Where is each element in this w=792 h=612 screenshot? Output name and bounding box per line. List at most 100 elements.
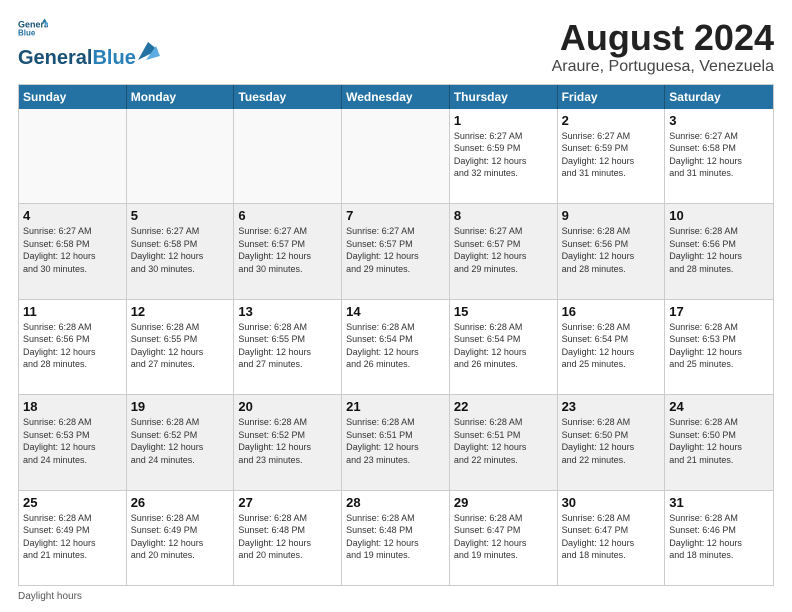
day-info-13: Sunrise: 6:28 AM Sunset: 6:55 PM Dayligh… bbox=[238, 321, 337, 371]
title-block: August 2024 Araure, Portuguesa, Venezuel… bbox=[552, 18, 774, 76]
day-cell-4-1-0: 4 Sunrise: 6:27 AM Sunset: 6:58 PM Daylig… bbox=[19, 204, 127, 298]
day-number-29: 29 bbox=[454, 495, 553, 510]
daylight-label: Daylight hours bbox=[18, 591, 82, 602]
day-number-31: 31 bbox=[669, 495, 769, 510]
day-info-21: Sunrise: 6:28 AM Sunset: 6:51 PM Dayligh… bbox=[346, 416, 445, 466]
day-info-7: Sunrise: 6:27 AM Sunset: 6:57 PM Dayligh… bbox=[346, 225, 445, 275]
day-number-6: 6 bbox=[238, 208, 337, 223]
day-info-11: Sunrise: 6:28 AM Sunset: 6:56 PM Dayligh… bbox=[23, 321, 122, 371]
day-number-12: 12 bbox=[131, 304, 230, 319]
day-cell-empty-0-1 bbox=[127, 109, 235, 203]
day-number-1: 1 bbox=[454, 113, 553, 128]
day-info-10: Sunrise: 6:28 AM Sunset: 6:56 PM Dayligh… bbox=[669, 225, 769, 275]
day-cell-7-1-3: 7 Sunrise: 6:27 AM Sunset: 6:57 PM Daylig… bbox=[342, 204, 450, 298]
day-cell-23-3-5: 23 Sunrise: 6:28 AM Sunset: 6:50 PM Dayli… bbox=[558, 395, 666, 489]
day-info-30: Sunrise: 6:28 AM Sunset: 6:47 PM Dayligh… bbox=[562, 512, 661, 562]
header-day-tuesday: Tuesday bbox=[234, 85, 342, 109]
day-number-2: 2 bbox=[562, 113, 661, 128]
day-cell-29-4-4: 29 Sunrise: 6:28 AM Sunset: 6:47 PM Dayli… bbox=[450, 491, 558, 585]
day-cell-8-1-4: 8Sunrise: 6:27 AM Sunset: 6:57 PM Daylig… bbox=[450, 204, 558, 298]
day-number-30: 30 bbox=[562, 495, 661, 510]
day-info-31: Sunrise: 6:28 AM Sunset: 6:46 PM Dayligh… bbox=[669, 512, 769, 562]
logo-icon: General Blue bbox=[18, 18, 48, 38]
day-cell-18-3-0: 18 Sunrise: 6:28 AM Sunset: 6:53 PM Dayli… bbox=[19, 395, 127, 489]
header-day-monday: Monday bbox=[127, 85, 235, 109]
day-info-16: Sunrise: 6:28 AM Sunset: 6:54 PM Dayligh… bbox=[562, 321, 661, 371]
footer-note: Daylight hours bbox=[18, 591, 774, 602]
day-info-12: Sunrise: 6:28 AM Sunset: 6:55 PM Dayligh… bbox=[131, 321, 230, 371]
day-info-17: Sunrise: 6:28 AM Sunset: 6:53 PM Dayligh… bbox=[669, 321, 769, 371]
day-number-21: 21 bbox=[346, 399, 445, 414]
day-number-7: 7 bbox=[346, 208, 445, 223]
week-row-5: 25 Sunrise: 6:28 AM Sunset: 6:49 PM Dayli… bbox=[19, 490, 773, 585]
day-cell-19-3-1: 19Sunrise: 6:28 AM Sunset: 6:52 PM Dayli… bbox=[127, 395, 235, 489]
svg-text:Blue: Blue bbox=[18, 29, 36, 38]
day-info-29: Sunrise: 6:28 AM Sunset: 6:47 PM Dayligh… bbox=[454, 512, 553, 562]
day-cell-28-4-3: 28Sunrise: 6:28 AM Sunset: 6:48 PM Dayli… bbox=[342, 491, 450, 585]
week-row-1: 1Sunrise: 6:27 AM Sunset: 6:59 PM Daylig… bbox=[19, 109, 773, 203]
day-info-5: Sunrise: 6:27 AM Sunset: 6:58 PM Dayligh… bbox=[131, 225, 230, 275]
day-number-3: 3 bbox=[669, 113, 769, 128]
day-number-9: 9 bbox=[562, 208, 661, 223]
day-cell-empty-0-0 bbox=[19, 109, 127, 203]
day-cell-26-4-1: 26Sunrise: 6:28 AM Sunset: 6:49 PM Dayli… bbox=[127, 491, 235, 585]
day-cell-empty-0-2 bbox=[234, 109, 342, 203]
header-day-sunday: Sunday bbox=[19, 85, 127, 109]
day-cell-31-4-6: 31 Sunrise: 6:28 AM Sunset: 6:46 PM Dayli… bbox=[665, 491, 773, 585]
calendar-body: 1Sunrise: 6:27 AM Sunset: 6:59 PM Daylig… bbox=[19, 109, 773, 585]
day-number-14: 14 bbox=[346, 304, 445, 319]
day-info-18: Sunrise: 6:28 AM Sunset: 6:53 PM Dayligh… bbox=[23, 416, 122, 466]
day-cell-22-3-4: 22Sunrise: 6:28 AM Sunset: 6:51 PM Dayli… bbox=[450, 395, 558, 489]
day-info-19: Sunrise: 6:28 AM Sunset: 6:52 PM Dayligh… bbox=[131, 416, 230, 466]
day-cell-30-4-5: 30 Sunrise: 6:28 AM Sunset: 6:47 PM Dayli… bbox=[558, 491, 666, 585]
day-number-13: 13 bbox=[238, 304, 337, 319]
day-number-20: 20 bbox=[238, 399, 337, 414]
logo-blue: Blue bbox=[92, 47, 135, 70]
day-info-26: Sunrise: 6:28 AM Sunset: 6:49 PM Dayligh… bbox=[131, 512, 230, 562]
day-cell-16-2-5: 16 Sunrise: 6:28 AM Sunset: 6:54 PM Dayli… bbox=[558, 300, 666, 394]
day-cell-2-0-5: 2Sunrise: 6:27 AM Sunset: 6:59 PM Daylig… bbox=[558, 109, 666, 203]
day-info-23: Sunrise: 6:28 AM Sunset: 6:50 PM Dayligh… bbox=[562, 416, 661, 466]
day-number-27: 27 bbox=[238, 495, 337, 510]
calendar: SundayMondayTuesdayWednesdayThursdayFrid… bbox=[18, 84, 774, 586]
day-cell-10-1-6: 10 Sunrise: 6:28 AM Sunset: 6:56 PM Dayli… bbox=[665, 204, 773, 298]
day-info-24: Sunrise: 6:28 AM Sunset: 6:50 PM Dayligh… bbox=[669, 416, 769, 466]
day-number-5: 5 bbox=[131, 208, 230, 223]
day-number-8: 8 bbox=[454, 208, 553, 223]
day-cell-13-2-2: 13 Sunrise: 6:28 AM Sunset: 6:55 PM Dayli… bbox=[234, 300, 342, 394]
day-cell-21-3-3: 21 Sunrise: 6:28 AM Sunset: 6:51 PM Dayli… bbox=[342, 395, 450, 489]
day-number-25: 25 bbox=[23, 495, 122, 510]
day-cell-3-0-6: 3 Sunrise: 6:27 AM Sunset: 6:58 PM Daylig… bbox=[665, 109, 773, 203]
day-cell-6-1-2: 6Sunrise: 6:27 AM Sunset: 6:57 PM Daylig… bbox=[234, 204, 342, 298]
week-row-4: 18 Sunrise: 6:28 AM Sunset: 6:53 PM Dayli… bbox=[19, 394, 773, 489]
day-number-16: 16 bbox=[562, 304, 661, 319]
calendar-header: SundayMondayTuesdayWednesdayThursdayFrid… bbox=[19, 85, 773, 109]
day-number-4: 4 bbox=[23, 208, 122, 223]
day-number-10: 10 bbox=[669, 208, 769, 223]
header-day-saturday: Saturday bbox=[665, 85, 773, 109]
day-cell-empty-0-3 bbox=[342, 109, 450, 203]
logo: General Blue General Blue bbox=[18, 18, 160, 70]
day-number-23: 23 bbox=[562, 399, 661, 414]
day-info-4: Sunrise: 6:27 AM Sunset: 6:58 PM Dayligh… bbox=[23, 225, 122, 275]
logo-triangle-icon bbox=[138, 42, 160, 64]
day-info-9: Sunrise: 6:28 AM Sunset: 6:56 PM Dayligh… bbox=[562, 225, 661, 275]
day-cell-17-2-6: 17 Sunrise: 6:28 AM Sunset: 6:53 PM Dayli… bbox=[665, 300, 773, 394]
day-cell-15-2-4: 15Sunrise: 6:28 AM Sunset: 6:54 PM Dayli… bbox=[450, 300, 558, 394]
week-row-3: 11Sunrise: 6:28 AM Sunset: 6:56 PM Dayli… bbox=[19, 299, 773, 394]
logo-general: General bbox=[18, 47, 92, 70]
day-number-24: 24 bbox=[669, 399, 769, 414]
day-cell-5-1-1: 5 Sunrise: 6:27 AM Sunset: 6:58 PM Daylig… bbox=[127, 204, 235, 298]
header-day-thursday: Thursday bbox=[450, 85, 558, 109]
day-info-27: Sunrise: 6:28 AM Sunset: 6:48 PM Dayligh… bbox=[238, 512, 337, 562]
month-title: August 2024 bbox=[552, 18, 774, 58]
header: General Blue General Blue August 2024 Ar… bbox=[18, 18, 774, 76]
day-number-17: 17 bbox=[669, 304, 769, 319]
day-info-25: Sunrise: 6:28 AM Sunset: 6:49 PM Dayligh… bbox=[23, 512, 122, 562]
day-info-28: Sunrise: 6:28 AM Sunset: 6:48 PM Dayligh… bbox=[346, 512, 445, 562]
header-day-wednesday: Wednesday bbox=[342, 85, 450, 109]
day-number-18: 18 bbox=[23, 399, 122, 414]
day-info-3: Sunrise: 6:27 AM Sunset: 6:58 PM Dayligh… bbox=[669, 130, 769, 180]
day-info-22: Sunrise: 6:28 AM Sunset: 6:51 PM Dayligh… bbox=[454, 416, 553, 466]
day-info-15: Sunrise: 6:28 AM Sunset: 6:54 PM Dayligh… bbox=[454, 321, 553, 371]
